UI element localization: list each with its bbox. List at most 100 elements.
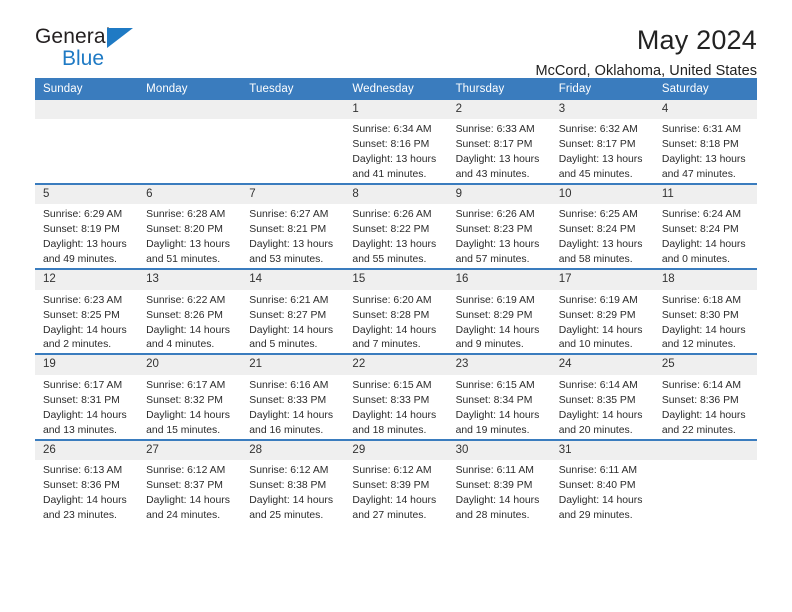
day-cell: 23 Sunrise: 6:15 AM Sunset: 8:34 PM Dayl… <box>447 353 551 440</box>
day-number: 3 <box>550 100 654 120</box>
sunrise-text: Sunrise: 6:19 AM <box>558 294 638 306</box>
day-number <box>35 100 139 119</box>
sunset-text: Sunset: 8:17 PM <box>558 139 636 151</box>
day-details: Sunrise: 6:19 AM Sunset: 8:29 PM Dayligh… <box>551 290 654 354</box>
sunrise-text: Sunrise: 6:13 AM <box>43 464 123 476</box>
day-number: 26 <box>35 441 139 460</box>
day-details: Sunrise: 6:26 AM Sunset: 8:22 PM Dayligh… <box>344 204 447 268</box>
daylight-text: Daylight: 14 hours and 16 minutes. <box>249 409 334 436</box>
day-cell: 14 Sunrise: 6:21 AM Sunset: 8:27 PM Dayl… <box>241 268 345 355</box>
calendar-body: 1 Sunrise: 6:34 AM Sunset: 8:16 PM Dayli… <box>35 100 757 524</box>
day-cell: 25 Sunrise: 6:14 AM Sunset: 8:36 PM Dayl… <box>653 353 757 440</box>
day-details: Sunrise: 6:14 AM Sunset: 8:36 PM Dayligh… <box>654 375 757 439</box>
day-cell <box>138 100 242 184</box>
daylight-text: Daylight: 14 hours and 13 minutes. <box>43 409 127 436</box>
page-header: General Blue May 2024 McCord, Oklahoma, … <box>35 0 757 80</box>
daylight-text: Daylight: 13 hours and 45 minutes. <box>558 154 643 181</box>
day-details: Sunrise: 6:25 AM Sunset: 8:24 PM Dayligh… <box>551 204 654 268</box>
sunrise-text: Sunrise: 6:18 AM <box>661 294 741 306</box>
daylight-text: Daylight: 13 hours and 47 minutes. <box>661 154 746 181</box>
day-cell <box>241 100 345 184</box>
calendar-week-row: 5 Sunrise: 6:29 AM Sunset: 8:19 PM Dayli… <box>35 183 757 270</box>
sunset-text: Sunset: 8:38 PM <box>249 479 327 491</box>
day-details: Sunrise: 6:17 AM Sunset: 8:32 PM Dayligh… <box>138 375 241 439</box>
sunset-text: Sunset: 8:36 PM <box>43 479 120 491</box>
daylight-text: Daylight: 14 hours and 0 minutes. <box>661 239 746 266</box>
day-cell: 2 Sunrise: 6:33 AM Sunset: 8:17 PM Dayli… <box>447 100 551 184</box>
day-details: Sunrise: 6:26 AM Sunset: 8:23 PM Dayligh… <box>448 204 551 268</box>
sunrise-sunset-calendar-table: Sunday Monday Tuesday Wednesday Thursday… <box>35 78 757 524</box>
day-details: Sunrise: 6:14 AM Sunset: 8:35 PM Dayligh… <box>551 375 654 439</box>
sunrise-text: Sunrise: 6:24 AM <box>661 209 741 221</box>
day-number: 14 <box>241 271 345 290</box>
day-number: 20 <box>138 356 242 375</box>
day-number: 18 <box>653 271 757 290</box>
day-details: Sunrise: 6:19 AM Sunset: 8:29 PM Dayligh… <box>448 290 551 354</box>
sunrise-text: Sunrise: 6:23 AM <box>43 294 123 306</box>
sunset-text: Sunset: 8:21 PM <box>249 224 327 236</box>
day-details: Sunrise: 6:13 AM Sunset: 8:36 PM Dayligh… <box>35 460 138 524</box>
day-cell: 9 Sunrise: 6:26 AM Sunset: 8:23 PM Dayli… <box>447 183 551 270</box>
sunset-text: Sunset: 8:29 PM <box>558 309 636 321</box>
sunset-text: Sunset: 8:23 PM <box>455 224 533 236</box>
daylight-text: Daylight: 13 hours and 57 minutes. <box>455 239 540 266</box>
day-number: 30 <box>447 441 551 460</box>
day-cell: 19 Sunrise: 6:17 AM Sunset: 8:31 PM Dayl… <box>35 353 139 440</box>
weekday-header-monday: Monday <box>138 78 242 100</box>
day-details: Sunrise: 6:31 AM Sunset: 8:18 PM Dayligh… <box>654 119 757 183</box>
day-cell: 7 Sunrise: 6:27 AM Sunset: 8:21 PM Dayli… <box>241 183 345 270</box>
day-number: 28 <box>241 441 345 460</box>
weekday-header-saturday: Saturday <box>653 78 757 100</box>
day-number: 21 <box>241 356 345 375</box>
sunrise-text: Sunrise: 6:29 AM <box>43 209 123 221</box>
sunset-text: Sunset: 8:24 PM <box>558 224 636 236</box>
weekday-header-tuesday: Tuesday <box>241 78 345 100</box>
sunrise-text: Sunrise: 6:21 AM <box>249 294 329 306</box>
day-details: Sunrise: 6:24 AM Sunset: 8:24 PM Dayligh… <box>654 204 757 268</box>
calendar-week-row: 26 Sunrise: 6:13 AM Sunset: 8:36 PM Dayl… <box>35 438 757 524</box>
sunrise-text: Sunrise: 6:33 AM <box>455 124 535 136</box>
day-details: Sunrise: 6:11 AM Sunset: 8:40 PM Dayligh… <box>551 460 654 524</box>
daylight-text: Daylight: 14 hours and 10 minutes. <box>558 324 643 351</box>
day-details: Sunrise: 6:28 AM Sunset: 8:20 PM Dayligh… <box>138 204 241 268</box>
daylight-text: Daylight: 14 hours and 15 minutes. <box>146 409 230 436</box>
sunrise-text: Sunrise: 6:28 AM <box>146 209 226 221</box>
day-number: 4 <box>653 100 757 120</box>
day-number: 6 <box>138 186 242 205</box>
day-cell <box>35 100 139 184</box>
calendar-page: General Blue May 2024 McCord, Oklahoma, … <box>0 0 792 612</box>
sunrise-text: Sunrise: 6:12 AM <box>146 464 226 476</box>
sunset-text: Sunset: 8:34 PM <box>455 394 533 406</box>
weekday-header-sunday: Sunday <box>35 78 139 100</box>
daylight-text: Daylight: 14 hours and 7 minutes. <box>352 324 437 351</box>
daylight-text: Daylight: 14 hours and 4 minutes. <box>146 324 230 351</box>
daylight-text: Daylight: 14 hours and 24 minutes. <box>146 494 230 521</box>
sunrise-text: Sunrise: 6:31 AM <box>661 124 741 136</box>
day-cell: 22 Sunrise: 6:15 AM Sunset: 8:33 PM Dayl… <box>344 353 448 440</box>
day-number: 9 <box>447 186 551 205</box>
day-number <box>653 441 757 460</box>
day-details: Sunrise: 6:16 AM Sunset: 8:33 PM Dayligh… <box>241 375 344 439</box>
sunset-text: Sunset: 8:30 PM <box>661 309 739 321</box>
day-number: 29 <box>344 441 448 460</box>
day-cell: 13 Sunrise: 6:22 AM Sunset: 8:26 PM Dayl… <box>138 268 242 355</box>
day-cell: 26 Sunrise: 6:13 AM Sunset: 8:36 PM Dayl… <box>35 438 139 524</box>
sunset-text: Sunset: 8:24 PM <box>661 224 739 236</box>
sunrise-text: Sunrise: 6:11 AM <box>455 464 534 476</box>
day-details: Sunrise: 6:11 AM Sunset: 8:39 PM Dayligh… <box>448 460 551 524</box>
day-cell: 18 Sunrise: 6:18 AM Sunset: 8:30 PM Dayl… <box>653 268 757 355</box>
calendar-week-row: 12 Sunrise: 6:23 AM Sunset: 8:25 PM Dayl… <box>35 268 757 355</box>
daylight-text: Daylight: 13 hours and 49 minutes. <box>43 239 127 266</box>
title-block: May 2024 McCord, Oklahoma, United States <box>535 25 757 80</box>
day-cell: 17 Sunrise: 6:19 AM Sunset: 8:29 PM Dayl… <box>550 268 654 355</box>
day-cell: 20 Sunrise: 6:17 AM Sunset: 8:32 PM Dayl… <box>138 353 242 440</box>
sunrise-text: Sunrise: 6:27 AM <box>249 209 329 221</box>
page-title: May 2024 <box>636 25 757 55</box>
calendar-week-row: 1 Sunrise: 6:34 AM Sunset: 8:16 PM Dayli… <box>35 100 757 184</box>
day-cell: 30 Sunrise: 6:11 AM Sunset: 8:39 PM Dayl… <box>447 438 551 524</box>
daylight-text: Daylight: 13 hours and 55 minutes. <box>352 239 437 266</box>
daylight-text: Daylight: 14 hours and 19 minutes. <box>455 409 540 436</box>
day-cell: 21 Sunrise: 6:16 AM Sunset: 8:33 PM Dayl… <box>241 353 345 440</box>
sunset-text: Sunset: 8:25 PM <box>43 309 120 321</box>
day-cell: 1 Sunrise: 6:34 AM Sunset: 8:16 PM Dayli… <box>344 100 448 184</box>
